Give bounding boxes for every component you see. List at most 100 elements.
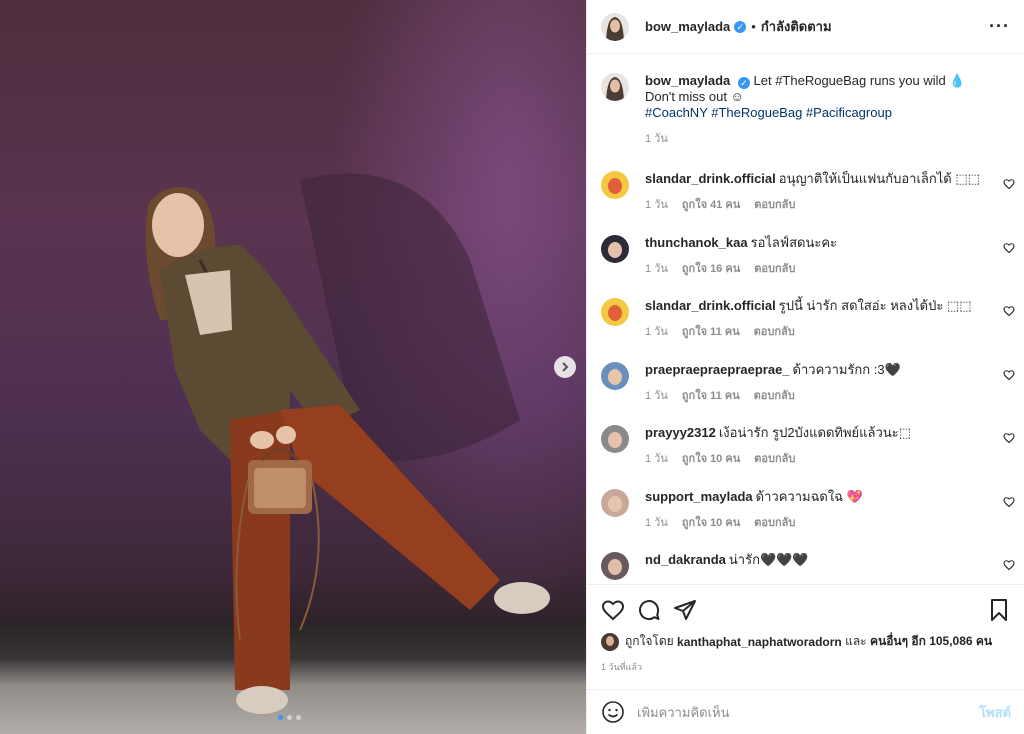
commenter-avatar[interactable] bbox=[601, 361, 629, 390]
comment-row: nd_dakranda น่ารัก🖤🖤🖤 bbox=[587, 552, 1024, 584]
comment-reply-button[interactable]: ตอบกลับ bbox=[754, 517, 795, 529]
comment-row: praepraepraepraeprae_ ด้าวความรักก :3🖤 1 ว… bbox=[587, 361, 1024, 426]
commenter-username[interactable]: prayyy2312 bbox=[645, 425, 716, 440]
comment-reply-button[interactable]: ตอบกลับ bbox=[754, 390, 795, 402]
comment-time[interactable]: 1 วัน bbox=[645, 326, 668, 338]
comment-meta: 1 วัน ถูกใจ 10 คน ตอบกลับ bbox=[645, 515, 985, 531]
commenter-username[interactable]: praepraepraepraeprae_ bbox=[645, 362, 790, 377]
commenter-username[interactable]: support_maylada bbox=[645, 489, 753, 504]
comment-icon[interactable] bbox=[637, 598, 661, 622]
commenter-avatar[interactable] bbox=[601, 298, 629, 326]
author-avatar[interactable] bbox=[601, 12, 629, 41]
comment-likes[interactable]: ถูกใจ 10 คน bbox=[682, 517, 740, 529]
comment-row: slandar_drink.official อนุญาติให้เป็นแฟนก… bbox=[587, 171, 1024, 235]
author-username[interactable]: bow_maylada bbox=[645, 19, 730, 34]
liked-by-others[interactable]: คนอื่นๆ อีก 105,086 คน bbox=[870, 632, 992, 651]
more-options-icon[interactable]: ··· bbox=[989, 16, 1010, 37]
comment-meta: 1 วัน ถูกใจ 11 คน ตอบกลับ bbox=[645, 388, 985, 404]
caption-body: bow_maylada ✓ Let #TheRogueBag runs you … bbox=[645, 73, 995, 171]
comment-body: slandar_drink.official อนุญาติให้เป็นแฟนก… bbox=[645, 171, 985, 213]
comment-text: ด้าวความฉดใฉ 💖 bbox=[755, 488, 863, 504]
comment-row: slandar_drink.official รูปนี้ น่ารัก สดใส… bbox=[587, 298, 1024, 362]
comment-text: เง้อน่ารัก รูป2บังแดดทิพย์แล้วนะ⬚ bbox=[718, 425, 911, 440]
post-comment-button[interactable]: โพสต์ bbox=[979, 702, 1011, 723]
send-icon[interactable] bbox=[673, 598, 697, 622]
following-status-button[interactable]: กำลังติดตาม bbox=[761, 16, 832, 37]
comment-meta: 1 วัน ถูกใจ 11 คน ตอบกลับ bbox=[645, 324, 985, 340]
comment-time[interactable]: 1 วัน bbox=[645, 263, 668, 275]
liked-by-prefix: ถูกใจโดย bbox=[625, 634, 674, 648]
heart-icon[interactable] bbox=[601, 598, 625, 622]
post-actions: ถูกใจโดย kanthaphat_naphatworadorn และ ค… bbox=[587, 584, 1024, 689]
comment-text: อนุญาติให้เป็นแฟนกับอาเล็กได้ ⬚⬚ bbox=[778, 171, 980, 186]
comment-likes[interactable]: ถูกใจ 11 คน bbox=[682, 326, 740, 338]
comments-list[interactable]: bow_maylada ✓ Let #TheRogueBag runs you … bbox=[587, 54, 1024, 584]
commenter-username[interactable]: slandar_drink.official bbox=[645, 298, 776, 313]
post-photo[interactable] bbox=[0, 0, 586, 734]
comment-reply-button[interactable]: ตอบกลับ bbox=[754, 453, 795, 465]
post-header: bow_maylada ✓ • กำลังติดตาม ··· bbox=[587, 0, 1024, 54]
comment-input[interactable] bbox=[637, 704, 957, 720]
commenter-avatar[interactable] bbox=[601, 171, 629, 199]
bookmark-icon[interactable] bbox=[987, 598, 1011, 622]
liked-by-user[interactable]: kanthaphat_naphatworadorn bbox=[677, 635, 842, 649]
comment-heart-icon[interactable] bbox=[1003, 178, 1015, 190]
comment-reply-button[interactable]: ตอบกลับ bbox=[754, 199, 795, 211]
post-timestamp[interactable]: 1 วันที่แล้ว bbox=[601, 660, 1011, 674]
comment-text: รอไลฟ์สดนะคะ bbox=[750, 234, 838, 250]
liker-avatar[interactable] bbox=[601, 632, 619, 651]
comment-row: thunchanok_kaa รอไลฟ์สดนะคะ 1 วัน ถูกใจ 16 … bbox=[587, 234, 1024, 299]
caption-time: 1 วัน bbox=[645, 133, 668, 145]
commenter-username[interactable]: nd_dakranda bbox=[645, 552, 726, 567]
author-avatar[interactable] bbox=[601, 73, 629, 101]
action-bar bbox=[601, 597, 1011, 623]
comment-heart-icon[interactable] bbox=[1003, 432, 1015, 444]
comment-text: ด้าวความรักก :3🖤 bbox=[792, 361, 901, 377]
comment-heart-icon[interactable] bbox=[1003, 559, 1015, 571]
comment-time[interactable]: 1 วัน bbox=[645, 453, 668, 465]
comment-heart-icon[interactable] bbox=[1003, 496, 1015, 508]
comment-heart-icon[interactable] bbox=[1003, 369, 1015, 381]
carousel-indicator bbox=[278, 715, 301, 720]
commenter-username[interactable]: thunchanok_kaa bbox=[645, 235, 748, 250]
carousel-dot bbox=[296, 715, 301, 720]
liked-by: ถูกใจโดย kanthaphat_naphatworadorn และ ค… bbox=[601, 632, 1011, 651]
comment-row: prayyy2312 เง้อน่ารัก รูป2บังแดดทิพย์แล้ว… bbox=[587, 425, 1024, 489]
comment-body: praepraepraepraeprae_ ด้าวความรักก :3🖤 1 ว… bbox=[645, 362, 985, 404]
comment-time[interactable]: 1 วัน bbox=[645, 517, 668, 529]
next-image-button[interactable] bbox=[554, 356, 576, 378]
comment-body: support_maylada ด้าวความฉดใฉ 💖 1 วัน ถูกใจ … bbox=[645, 489, 985, 531]
comment-heart-icon[interactable] bbox=[1003, 305, 1015, 317]
chevron-right-icon bbox=[562, 362, 569, 372]
commenter-avatar[interactable] bbox=[601, 488, 629, 517]
caption-username[interactable]: bow_maylada bbox=[645, 73, 730, 88]
comment-text: รูปนี้ น่ารัก สดใสอ่ะ หลงได้ป่ะ ⬚⬚ bbox=[778, 298, 972, 313]
commenter-avatar[interactable] bbox=[601, 425, 629, 453]
caption-hashtags[interactable]: #CoachNY #TheRogueBag #Pacificagroup bbox=[645, 105, 892, 120]
comment-meta: 1 วัน ถูกใจ 10 คน ตอบกลับ bbox=[645, 451, 985, 467]
comment-body: slandar_drink.official รูปนี้ น่ารัก สดใส… bbox=[645, 298, 985, 340]
add-comment-bar: โพสต์ bbox=[587, 689, 1024, 734]
comment-body: prayyy2312 เง้อน่ารัก รูป2บังแดดทิพย์แล้ว… bbox=[645, 425, 985, 467]
verified-badge-icon: ✓ bbox=[737, 77, 750, 89]
comment-time[interactable]: 1 วัน bbox=[645, 390, 668, 402]
commenter-avatar[interactable] bbox=[601, 234, 629, 263]
commenter-avatar[interactable] bbox=[601, 552, 629, 580]
comment-reply-button[interactable]: ตอบกลับ bbox=[754, 326, 795, 338]
comment-reply-button[interactable]: ตอบกลับ bbox=[754, 263, 795, 275]
caption-meta: 1 วัน bbox=[645, 131, 995, 147]
comment-likes[interactable]: ถูกใจ 16 คน bbox=[682, 263, 740, 275]
comment-text: น่ารัก🖤🖤🖤 bbox=[728, 552, 809, 567]
comment-heart-icon[interactable] bbox=[1003, 242, 1015, 254]
post-side-panel: bow_maylada ✓ • กำลังติดตาม ··· bow_mayl… bbox=[586, 0, 1024, 734]
comment-likes[interactable]: ถูกใจ 41 คน bbox=[682, 199, 740, 211]
instagram-post-view: bow_maylada ✓ • กำลังติดตาม ··· bow_mayl… bbox=[0, 0, 1024, 734]
emoji-icon[interactable] bbox=[601, 700, 625, 724]
comment-body: thunchanok_kaa รอไลฟ์สดนะคะ 1 วัน ถูกใจ 16 … bbox=[645, 235, 985, 277]
comment-likes[interactable]: ถูกใจ 11 คน bbox=[682, 390, 740, 402]
commenter-username[interactable]: slandar_drink.official bbox=[645, 171, 776, 186]
comment-likes[interactable]: ถูกใจ 10 คน bbox=[682, 453, 740, 465]
comment-time[interactable]: 1 วัน bbox=[645, 199, 668, 211]
comment-meta: 1 วัน ถูกใจ 41 คน ตอบกลับ bbox=[645, 197, 985, 213]
liked-by-and: และ bbox=[845, 634, 867, 648]
